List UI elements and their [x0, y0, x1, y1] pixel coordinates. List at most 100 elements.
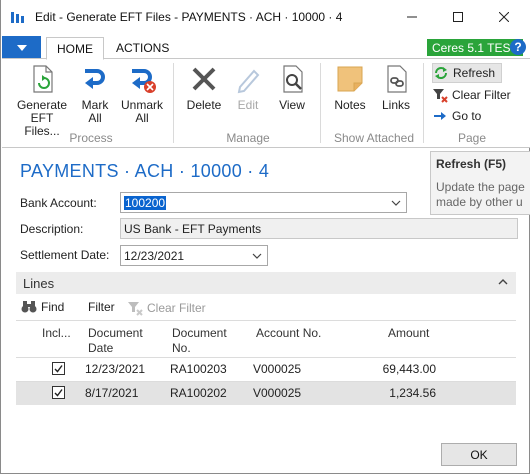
- page-group-label: Page: [457, 131, 487, 145]
- chevron-down-icon[interactable]: [251, 250, 263, 262]
- document-no-cell: RA100202: [170, 386, 227, 400]
- checkmark-icon: [54, 365, 63, 373]
- mark-arrow-icon: [85, 69, 105, 89]
- help-button[interactable]: ?: [510, 39, 526, 55]
- app-menu-button[interactable]: [2, 36, 41, 59]
- view-button[interactable]: View: [272, 63, 312, 112]
- links-label: Links: [381, 98, 410, 112]
- description-field[interactable]: US Bank - EFT Payments: [120, 218, 518, 239]
- view-document-icon: [283, 65, 303, 93]
- go-to-button[interactable]: Go to: [432, 106, 481, 126]
- filter-label: Filter: [88, 300, 115, 314]
- refresh-label: Refresh: [453, 66, 496, 80]
- lines-title: Lines: [23, 276, 55, 291]
- unmark-arrow-icon: [132, 69, 156, 93]
- ribbon-separator: [320, 63, 321, 143]
- process-group-label: Process: [69, 131, 113, 145]
- go-to-label: Go to: [452, 109, 482, 123]
- refresh-button[interactable]: Refresh: [432, 63, 503, 83]
- notes-label: Notes: [334, 98, 366, 112]
- bank-account-label: Bank Account:: [20, 196, 97, 210]
- clear-filter-ribbon-button[interactable]: Clear Filter: [432, 85, 511, 105]
- ok-button[interactable]: OK: [441, 443, 517, 466]
- description-label: Description:: [20, 222, 84, 236]
- close-icon: [499, 12, 509, 22]
- generate-eft-files-button[interactable]: Generate EFT Files...: [14, 63, 70, 138]
- ribbon: Generate EFT Files... Mark All Unmark Al…: [2, 58, 530, 148]
- maximize-button[interactable]: [435, 0, 481, 34]
- amount-cell: 69,443.00: [382, 362, 436, 376]
- clear-filter-ribbon-label: Clear Filter: [452, 88, 511, 102]
- notes-icon: [337, 66, 363, 92]
- links-icon: [387, 65, 407, 93]
- col-header-document-date-line2: Date: [88, 341, 114, 355]
- settlement-date-field[interactable]: 12/23/2021: [120, 245, 268, 266]
- filter-button[interactable]: Filter: [88, 300, 115, 314]
- title-bar: Edit - Generate EFT Files - PAYMENTS · A…: [1, 0, 530, 34]
- find-button[interactable]: Find: [21, 300, 64, 314]
- checkmark-icon: [54, 389, 63, 397]
- mark-all-button[interactable]: Mark All: [76, 63, 114, 125]
- col-header-document-no[interactable]: Document No.: [172, 326, 227, 356]
- amount-cell: 1,234.56: [389, 386, 436, 400]
- tooltip-line2: made by other u: [436, 195, 523, 209]
- account-no-cell: V000025: [253, 386, 302, 400]
- col-header-document-date[interactable]: Document Date: [88, 326, 143, 356]
- company-badge: Ceres 5.1 TEST: [427, 39, 523, 56]
- lines-section-header[interactable]: Lines: [16, 272, 516, 294]
- tooltip-line1: Update the page: [436, 180, 525, 194]
- edit-label: Edit: [237, 98, 259, 112]
- col-header-document-no-line1: Document: [172, 326, 227, 340]
- tooltip-title: Refresh (F5): [436, 157, 507, 171]
- tooltip-body: Update the page made by other u: [436, 180, 525, 210]
- page-title: PAYMENTS · ACH · 10000 · 4: [20, 161, 270, 181]
- manage-group-label: Manage: [226, 131, 270, 145]
- unmark-all-button[interactable]: Unmark All: [116, 63, 168, 125]
- document-no-cell: RA100203: [170, 362, 227, 376]
- table-row[interactable]: 12/23/2021 RA100203 V000025 69,443.00: [16, 358, 516, 381]
- ribbon-separator: [173, 63, 174, 143]
- notes-button[interactable]: Notes: [330, 63, 370, 112]
- view-label: View: [279, 98, 305, 112]
- include-checkbox[interactable]: [52, 386, 65, 399]
- document-date-cell: 8/17/2021: [85, 386, 139, 400]
- minimize-button[interactable]: [389, 0, 435, 34]
- tab-home[interactable]: HOME: [46, 37, 104, 60]
- clear-filter-label: Clear Filter: [147, 301, 206, 315]
- account-no-cell: V000025: [253, 362, 302, 376]
- chevron-down-icon[interactable]: [390, 197, 402, 209]
- generate-file-icon: [33, 65, 53, 93]
- document-date-cell: 12/23/2021: [85, 362, 146, 376]
- grid-divider: [16, 320, 516, 321]
- col-header-amount[interactable]: Amount: [388, 326, 429, 341]
- edit-window: Edit - Generate EFT Files - PAYMENTS · A…: [0, 0, 530, 474]
- col-header-include[interactable]: Incl...: [42, 326, 71, 341]
- window-title: Edit - Generate EFT Files - PAYMENTS · A…: [35, 10, 343, 24]
- include-checkbox[interactable]: [52, 362, 65, 375]
- show-attached-group-label: Show Attached: [333, 131, 415, 145]
- links-button[interactable]: Links: [376, 63, 416, 112]
- app-icon: [11, 12, 24, 23]
- settlement-date-value: 12/23/2021: [124, 248, 185, 263]
- col-header-document-date-line1: Document: [88, 326, 143, 340]
- col-header-account-no[interactable]: Account No.: [256, 326, 321, 341]
- chevron-up-icon[interactable]: [498, 278, 508, 286]
- bank-account-field[interactable]: 100200: [120, 192, 407, 213]
- find-label: Find: [41, 300, 65, 314]
- close-button[interactable]: [481, 0, 527, 34]
- binoculars-icon: [21, 301, 37, 313]
- edit-button[interactable]: Edit: [230, 63, 266, 112]
- mark-all-line2: All: [88, 111, 102, 125]
- arrow-right-icon: [434, 112, 446, 120]
- delete-x-icon: [192, 67, 216, 91]
- minimize-icon: [407, 16, 417, 18]
- clear-filter-icon: [128, 302, 143, 316]
- pencil-icon: [237, 69, 260, 94]
- table-row[interactable]: 8/17/2021 RA100202 V000025 1,234.56: [16, 382, 516, 405]
- maximize-icon: [453, 12, 463, 22]
- unmark-all-line2: All: [135, 111, 149, 125]
- delete-button[interactable]: Delete: [182, 63, 226, 112]
- tab-actions[interactable]: ACTIONS: [106, 37, 179, 59]
- delete-label: Delete: [186, 98, 222, 112]
- clear-filter-button[interactable]: Clear Filter: [127, 300, 206, 316]
